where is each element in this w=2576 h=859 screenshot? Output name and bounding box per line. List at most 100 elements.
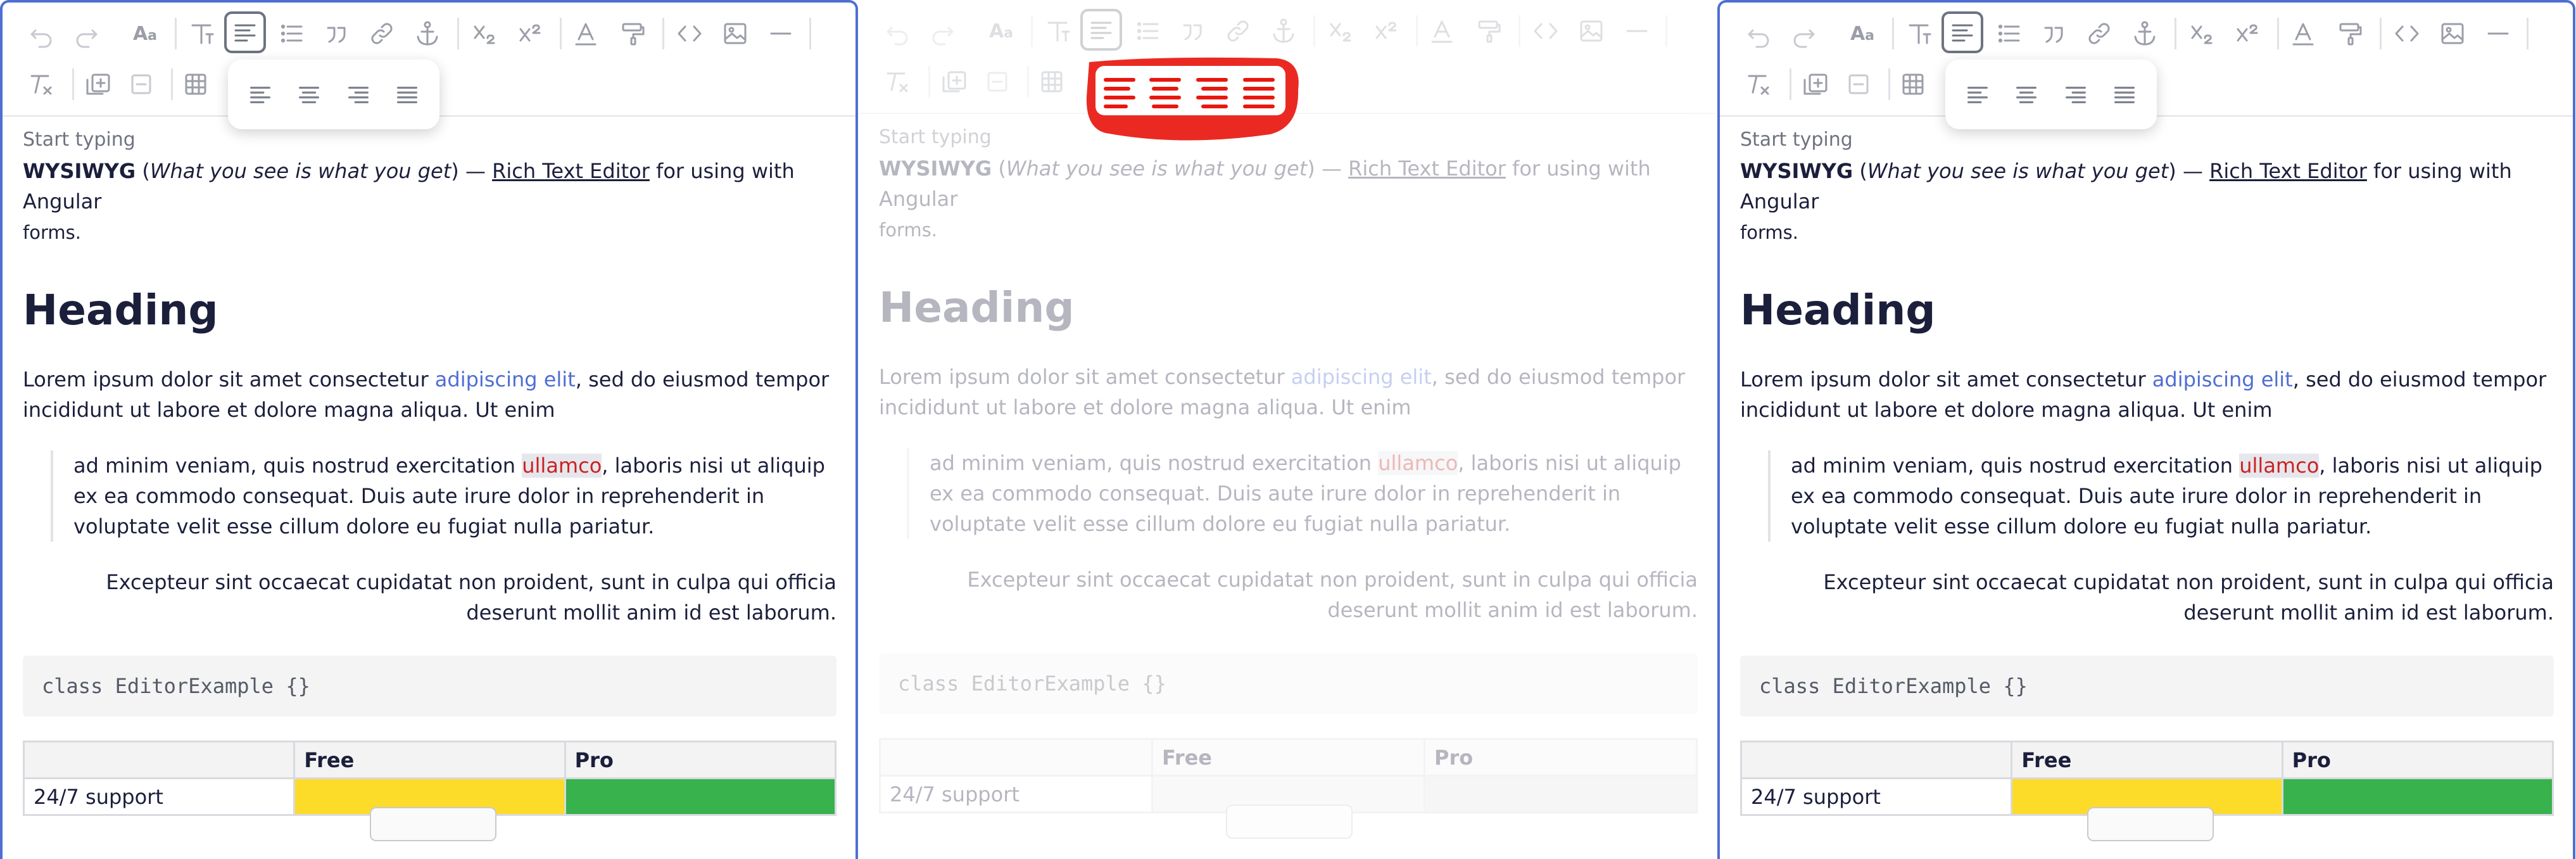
- para-link[interactable]: adipiscing elit: [2152, 367, 2293, 391]
- subscript-icon[interactable]: [2181, 13, 2223, 54]
- code-icon[interactable]: [669, 13, 710, 54]
- table-cell-label[interactable]: 24/7 support: [1739, 777, 2013, 816]
- table-cell-label: 24/7 support: [879, 775, 1153, 813]
- table-header-cell[interactable]: Pro: [564, 741, 837, 779]
- text-color-icon[interactable]: [2282, 13, 2324, 54]
- toolbar-divider: [1313, 15, 1315, 47]
- quote-highlight: ullamco: [522, 454, 602, 478]
- cutoff-button[interactable]: [370, 807, 496, 841]
- align-right-icon[interactable]: [339, 75, 377, 113]
- undo-icon: [876, 10, 918, 52]
- align-center-icon[interactable]: [2007, 75, 2045, 113]
- editor-panel-left[interactable]: Aa Start typing WYSIWYG (What you see is…: [0, 0, 858, 859]
- text-style-icon[interactable]: [1898, 13, 1940, 54]
- align-center-icon[interactable]: [290, 75, 328, 113]
- undo-icon[interactable]: [20, 13, 62, 54]
- table-header-cell: Pro: [1424, 738, 1698, 777]
- quote-icon[interactable]: [317, 13, 358, 54]
- text-style-icon: [1037, 10, 1079, 52]
- intro-paragraph: WYSIWYG (What you see is what you get) —…: [1740, 156, 2554, 248]
- anchor-icon[interactable]: [407, 13, 448, 54]
- redo-icon[interactable]: [66, 13, 108, 54]
- intro-italic: What you see is what you get: [1867, 159, 2169, 183]
- superscript-icon[interactable]: [509, 13, 551, 54]
- editor-content[interactable]: Start typing WYSIWYG (What you see is wh…: [1739, 127, 2554, 816]
- remove-row-icon[interactable]: [1838, 63, 1879, 105]
- remove-row-icon: [976, 61, 1018, 103]
- bulleted-list-icon[interactable]: [271, 13, 313, 54]
- toolbar-divider: [2380, 18, 2382, 49]
- font-size-icon[interactable]: Aa: [1841, 13, 1883, 54]
- table-header-cell: Free: [1151, 738, 1425, 777]
- align-left-icon[interactable]: [1959, 75, 1997, 113]
- redo-icon[interactable]: [1783, 13, 1825, 54]
- link-icon[interactable]: [361, 13, 403, 54]
- subscript-icon[interactable]: [464, 13, 505, 54]
- intro-link: Rich Text Editor: [1348, 156, 1506, 181]
- intro-link[interactable]: Rich Text Editor: [2209, 159, 2367, 183]
- font-size-icon[interactable]: Aa: [124, 13, 166, 54]
- toolbar-divider: [928, 66, 930, 98]
- horizontal-rule-icon: [1616, 10, 1658, 52]
- table-header-cell[interactable]: [22, 741, 296, 779]
- anchor-icon[interactable]: [2124, 13, 2166, 54]
- table-icon[interactable]: [1892, 63, 1934, 105]
- remove-row-icon[interactable]: [120, 63, 162, 105]
- code-icon[interactable]: [2386, 13, 2428, 54]
- insert-row-icon[interactable]: [1795, 63, 1836, 105]
- toolbar-divider: [72, 68, 74, 100]
- table-cell-pro[interactable]: [2281, 777, 2554, 816]
- intro-bold: WYSIWYG: [1740, 159, 1853, 183]
- align-right-icon[interactable]: [2057, 75, 2095, 113]
- highlight-icon: [1468, 10, 1510, 52]
- toolbar-divider: [171, 68, 173, 100]
- link-icon[interactable]: [2078, 13, 2120, 54]
- undo-icon[interactable]: [1738, 13, 1779, 54]
- toolbar-divider: [2527, 18, 2529, 49]
- text-style-icon[interactable]: [181, 13, 223, 54]
- align-icon[interactable]: [224, 11, 266, 53]
- align-justify-icon[interactable]: [388, 75, 426, 113]
- body-paragraph: Lorem ipsum dolor sit amet consectetur a…: [23, 364, 837, 425]
- horizontal-rule-icon[interactable]: [2477, 13, 2519, 54]
- intro-dash: ) —: [451, 159, 493, 183]
- superscript-icon[interactable]: [2226, 13, 2268, 54]
- intro-tail: forms.: [23, 222, 81, 243]
- editor-panel-right[interactable]: Aa Start typing WYSIWYG (What you see is…: [1717, 0, 2575, 859]
- table-cell-pro[interactable]: [564, 777, 837, 816]
- table-header-cell[interactable]: [1739, 741, 2013, 779]
- table-icon[interactable]: [175, 63, 217, 105]
- insert-row-icon[interactable]: [77, 63, 119, 105]
- clear-format-icon[interactable]: [1738, 63, 1779, 105]
- table-header-cell[interactable]: Free: [293, 741, 566, 779]
- table-header-cell[interactable]: Pro: [2281, 741, 2554, 779]
- cutoff-button[interactable]: [2087, 807, 2214, 841]
- toolbar-divider: [1665, 15, 1667, 47]
- bulleted-list-icon[interactable]: [1988, 13, 2030, 54]
- horizontal-rule-icon[interactable]: [760, 13, 802, 54]
- para-link[interactable]: adipiscing elit: [435, 367, 576, 391]
- right-aligned-paragraph: Excepteur sint occaecat cupidatat non pr…: [106, 570, 837, 625]
- intro-paren: (: [1853, 159, 1867, 183]
- text-color-icon[interactable]: [565, 13, 607, 54]
- table-header-row: Free Pro: [22, 741, 837, 779]
- blockquote: ad minim veniam, quis nostrud exercitati…: [51, 450, 837, 542]
- table-header-cell[interactable]: Free: [2011, 741, 2283, 779]
- highlight-icon[interactable]: [2329, 13, 2371, 54]
- quote-icon[interactable]: [2034, 13, 2076, 54]
- highlight-icon[interactable]: [612, 13, 653, 54]
- table-cell-label[interactable]: 24/7 support: [22, 777, 296, 816]
- intro-link[interactable]: Rich Text Editor: [492, 159, 650, 183]
- image-icon[interactable]: [714, 13, 756, 54]
- intro-paragraph: WYSIWYG (What you see is what you get) —…: [23, 156, 837, 248]
- redo-icon: [922, 10, 964, 52]
- align-icon[interactable]: [1941, 11, 1983, 53]
- clear-format-icon[interactable]: [20, 63, 62, 105]
- editor-inner: Aa Start typing WYSIWYG (What you see is…: [3, 3, 856, 859]
- insert-row-icon: [933, 61, 975, 103]
- toolbar-divider: [2175, 18, 2176, 49]
- align-justify-icon[interactable]: [2106, 75, 2144, 113]
- align-left-icon[interactable]: [241, 75, 279, 113]
- image-icon[interactable]: [2432, 13, 2473, 54]
- editor-content[interactable]: Start typing WYSIWYG (What you see is wh…: [22, 127, 837, 816]
